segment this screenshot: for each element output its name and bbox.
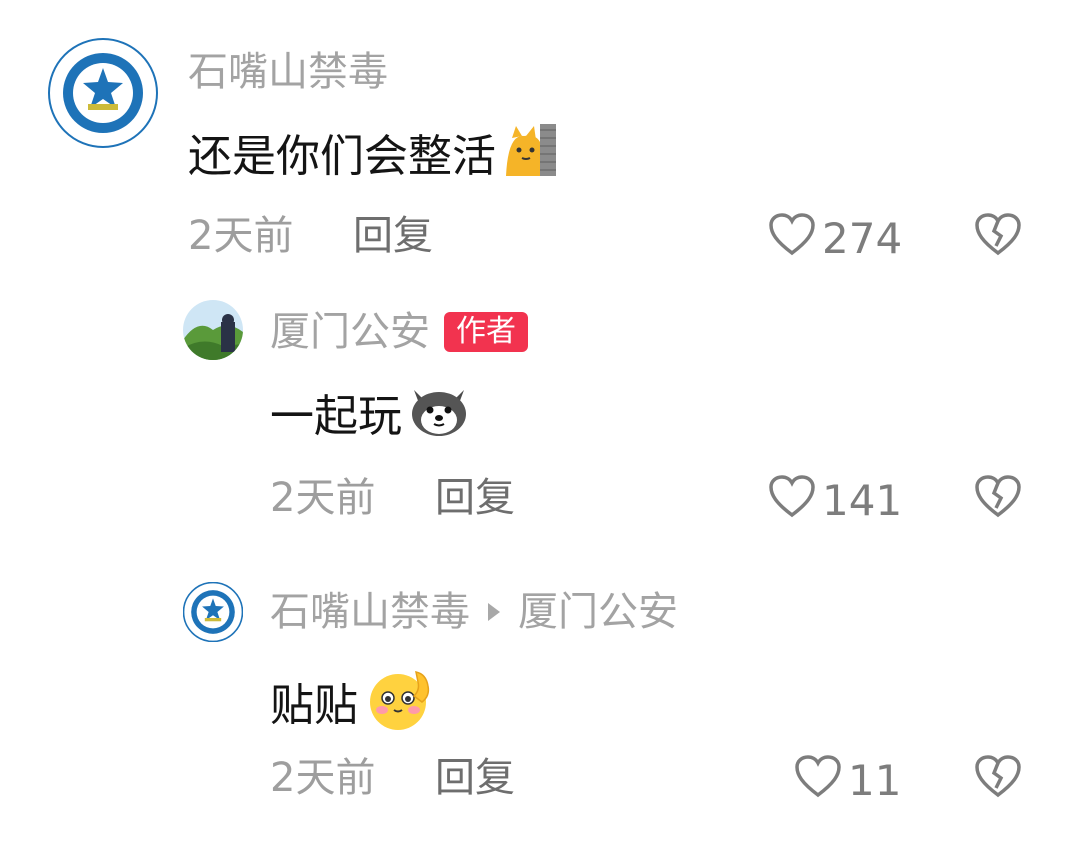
heart-icon <box>768 474 822 528</box>
dislike-button[interactable] <box>974 212 1022 258</box>
avatar[interactable] <box>48 38 158 148</box>
like-button[interactable]: 11 <box>794 754 901 808</box>
like-button[interactable]: 274 <box>768 212 902 266</box>
shy-face-hand-icon <box>364 666 436 746</box>
comment-text: 还是你们会整活 <box>188 131 496 182</box>
comment-time: 2天前 <box>270 755 376 801</box>
reply-arrow-icon <box>488 603 500 621</box>
comment-time: 2天前 <box>270 475 376 521</box>
comment-time: 2天前 <box>188 213 294 259</box>
like-count: 141 <box>822 476 903 525</box>
cat-peeking-wall-icon <box>502 122 558 192</box>
reply-to-author[interactable]: 厦门公安 <box>518 588 678 636</box>
dislike-button[interactable] <box>974 474 1022 520</box>
comment-3: 石嘴山禁毒 厦门公安 贴贴 2天前 回复 11 <box>0 570 1080 840</box>
comment-1: 石嘴山禁毒 还是你们会整活 2天前 回复 274 <box>0 0 1080 270</box>
husky-dog-face-icon <box>408 382 470 452</box>
comment-author[interactable]: 石嘴山禁毒 <box>188 48 388 96</box>
heart-icon <box>794 754 848 808</box>
author-row: 厦门公安 作者 <box>270 308 528 356</box>
broken-heart-icon <box>974 475 1022 522</box>
author-badge: 作者 <box>444 312 528 352</box>
comment-author[interactable]: 石嘴山禁毒 <box>270 588 470 636</box>
comment-text-row: 贴贴 <box>270 666 436 746</box>
reply-button[interactable]: 回复 <box>435 754 515 802</box>
heart-icon <box>768 212 822 266</box>
broken-heart-icon <box>974 755 1022 802</box>
like-count: 274 <box>822 214 903 263</box>
comment-text: 贴贴 <box>270 680 358 731</box>
comment-text-row: 一起玩 <box>270 382 470 452</box>
like-count: 11 <box>848 756 902 805</box>
avatar[interactable] <box>183 300 243 360</box>
comment-author[interactable]: 厦门公安 <box>270 308 430 356</box>
dislike-button[interactable] <box>974 754 1022 800</box>
comment-text: 一起玩 <box>270 391 402 442</box>
reply-button[interactable]: 回复 <box>435 474 515 522</box>
author-row: 石嘴山禁毒 厦门公安 <box>270 588 678 636</box>
comment-2: 厦门公安 作者 一起玩 2天前 回复 141 <box>0 290 1080 540</box>
like-button[interactable]: 141 <box>768 474 902 528</box>
reply-button[interactable]: 回复 <box>353 212 433 260</box>
avatar[interactable] <box>182 581 244 643</box>
comment-text-row: 还是你们会整活 <box>188 122 558 192</box>
broken-heart-icon <box>974 213 1022 260</box>
